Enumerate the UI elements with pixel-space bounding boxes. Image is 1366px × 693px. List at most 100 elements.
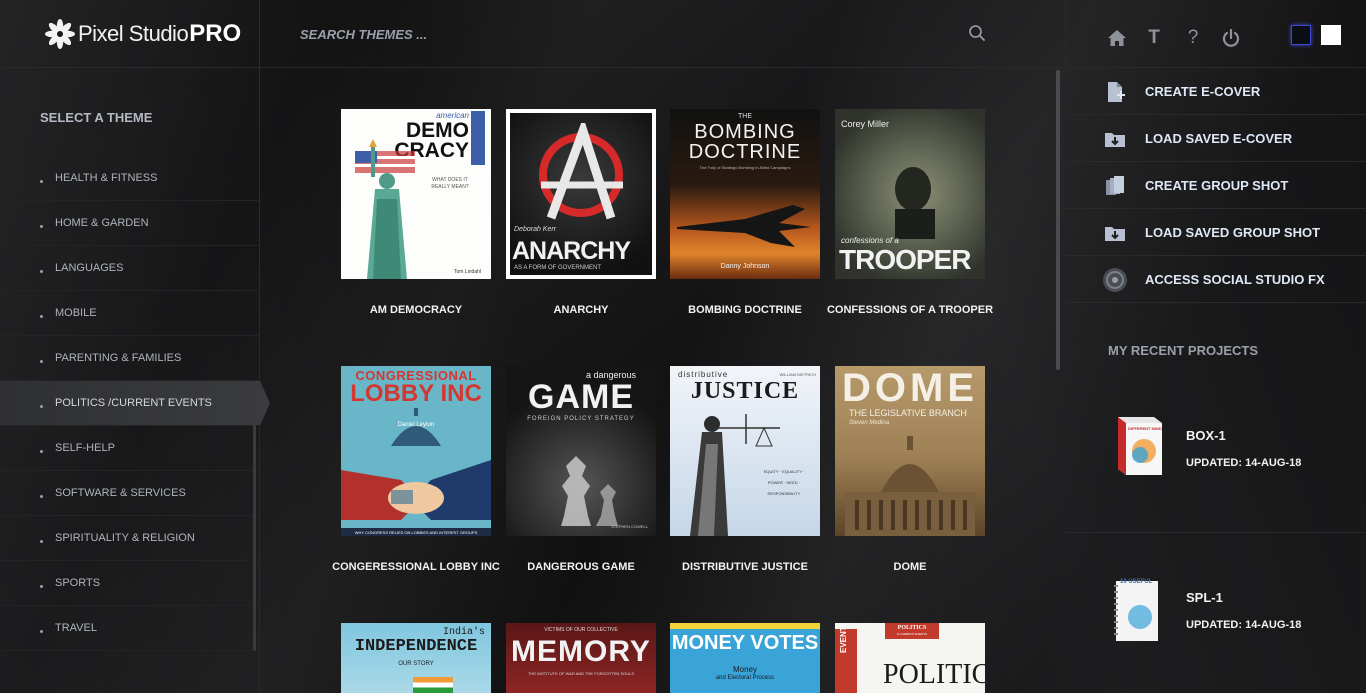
recent-projects-title: MY RECENT PROJECTS <box>1108 343 1259 358</box>
project-updated-date: UPDATED: 14-AUG-18 <box>1186 619 1302 631</box>
cover-confessions-trooper: Corey Miller confessions of a TROOPER <box>835 109 985 279</box>
top-header: Pixel Studio PRO T ? <box>0 0 1366 68</box>
cover-text: and Electoral Process <box>715 675 775 681</box>
category-label: PARENTING & FAMILIES <box>55 352 182 364</box>
category-list: HEALTH & FITNESS HOME & GARDEN LANGUAGES… <box>0 156 270 651</box>
folder-download-icon <box>1105 227 1125 241</box>
sidebar-scrollbar[interactable] <box>253 403 256 651</box>
create-group-shot-button[interactable]: CREATE GROUP SHOT <box>1066 162 1366 209</box>
cover-memory: VICTIMS OF OUR COLLECTIVE MEMORY THE INS… <box>506 623 656 693</box>
category-label: POLITICS /CURRENT EVENTS <box>55 397 212 409</box>
cover-text: FOREIGN POLICY STRATEGY <box>527 416 635 422</box>
cover-text: TROOPER <box>839 244 971 275</box>
cover-text: Corey Miller <box>841 119 890 129</box>
text-icon[interactable]: T <box>1144 28 1164 48</box>
cover-text: THE LEGISLATIVE BRANCH <box>849 408 967 418</box>
cover-text: & CURRENT EVENTS <box>896 632 928 636</box>
home-icon[interactable] <box>1107 28 1127 48</box>
theme-label: CONFESSIONS OF A TROOPER <box>826 304 994 316</box>
cover-text: OUR STORY <box>398 661 434 667</box>
category-languages[interactable]: LANGUAGES <box>0 246 260 291</box>
cover-text: Steven Medina <box>849 420 890 426</box>
project-thumb-text: DIFFERENT MIND <box>1128 426 1162 431</box>
theme-tile[interactable]: distributive WILLIAM DIETRICH JUSTICE EQ… <box>670 366 820 573</box>
chess-pieces-illustration <box>561 456 618 526</box>
bullet-icon <box>40 315 43 318</box>
theme-tile[interactable]: Deborah Kerr ANARCHY AS A FORM OF GOVERN… <box>506 109 656 316</box>
category-self-help[interactable]: SELF-HELP <box>0 426 260 471</box>
cover-text: MEMORY <box>511 635 651 668</box>
help-icon[interactable]: ? <box>1183 28 1203 48</box>
search-bar <box>260 0 1066 68</box>
cover-money-votes: MONEY VOTES Money and Electoral Process <box>670 623 820 693</box>
load-saved-ecover-button[interactable]: LOAD SAVED E-COVER <box>1066 115 1366 162</box>
category-parenting-families[interactable]: PARENTING & FAMILIES <box>0 336 260 381</box>
theme-tile[interactable]: a dangerous GAME FOREIGN POLICY STRATEGY… <box>506 366 656 573</box>
bullet-icon <box>40 630 43 633</box>
recent-project-item[interactable]: 10 USEFUL SPL-1 UPDATED: 14-AUG-18 <box>1066 533 1366 673</box>
light-theme-swatch[interactable] <box>1321 25 1341 45</box>
folder-download-icon <box>1105 133 1125 147</box>
theme-label: CONGERESSIONAL LOBBY INC <box>332 561 500 573</box>
search-icon[interactable] <box>968 24 986 42</box>
create-ecover-button[interactable]: CREATE E-COVER <box>1066 68 1366 115</box>
category-home-garden[interactable]: HOME & GARDEN <box>0 201 260 246</box>
cover-text: THE <box>738 113 752 120</box>
cover-bombing-doctrine: THE BOMBING DOCTRINE The Folly of Strate… <box>670 109 820 279</box>
cover-text: ANARCHY <box>512 237 631 265</box>
bullet-icon <box>40 225 43 228</box>
fighter-jet-illustration <box>677 205 811 247</box>
category-sports[interactable]: SPORTS <box>0 561 260 606</box>
cover-congressional-lobby: CONGRESSIONAL LOBBY INC Daniel Leyton WH… <box>341 366 491 536</box>
capitol-building-illustration <box>845 436 975 536</box>
cover-text: Danny Johnson <box>720 263 770 270</box>
bullet-icon <box>40 450 43 453</box>
load-saved-group-shot-button[interactable]: LOAD SAVED GROUP SHOT <box>1066 209 1366 256</box>
project-spiral-thumbnail <box>1114 581 1158 641</box>
cover-am-democracy: american DEMO CRACY WHAT DOES IT REALLY … <box>341 109 491 279</box>
dark-theme-swatch[interactable] <box>1291 25 1311 45</box>
theme-tile[interactable]: Corey Miller confessions of a TROOPER CO… <box>827 109 993 316</box>
bullet-icon <box>40 540 43 543</box>
cover-text: Daniel Leyton <box>397 422 435 428</box>
theme-tile[interactable]: DOME THE LEGISLATIVE BRANCH Steven Medin… <box>835 366 985 573</box>
theme-tile[interactable]: CONGRESSIONAL LOBBY INC Daniel Leyton WH… <box>332 366 500 573</box>
access-social-studio-fx-button[interactable]: ACCESS SOCIAL STUDIO FX <box>1066 256 1366 303</box>
cover-dangerous-game: a dangerous GAME FOREIGN POLICY STRATEGY… <box>506 366 656 536</box>
power-icon[interactable] <box>1221 28 1241 48</box>
logo-pro-text: PRO <box>189 20 242 47</box>
category-politics-current-events[interactable]: POLITICS /CURRENT EVENTS <box>0 381 270 426</box>
category-travel[interactable]: TRAVEL <box>0 606 260 651</box>
recent-project-item[interactable]: DIFFERENT MIND BOX-1 UPDATED: 14-AUG-18 <box>1066 393 1366 533</box>
search-input[interactable] <box>300 22 940 46</box>
actions-panel: CREATE E-COVER LOAD SAVED E-COVER CREATE… <box>1066 68 1366 693</box>
bullet-icon <box>40 270 43 273</box>
category-spirituality-religion[interactable]: SPIRITUALITY & RELIGION <box>0 516 260 561</box>
cover-text: DOME <box>842 366 978 410</box>
theme-tile[interactable]: India's INDEPENDENCE OUR STORY <box>341 623 491 693</box>
category-health-fitness[interactable]: HEALTH & FITNESS <box>0 156 260 201</box>
theme-tile[interactable]: POLITICS & CURRENT EVENTS EVENTS POLITIC… <box>835 623 985 693</box>
logo-text: Pixel Studio <box>78 21 189 46</box>
theme-tile[interactable]: MONEY VOTES Money and Electoral Process <box>670 623 820 693</box>
category-software-services[interactable]: SOFTWARE & SERVICES <box>0 471 260 516</box>
theme-tile[interactable]: VICTIMS OF OUR COLLECTIVE MEMORY THE INS… <box>506 623 656 693</box>
category-mobile[interactable]: MOBILE <box>0 291 260 336</box>
cover-text: POLITICS <box>883 659 985 690</box>
cover-band <box>670 623 820 629</box>
theme-label: ANARCHY <box>553 304 609 316</box>
category-label: HEALTH & FITNESS <box>55 172 158 184</box>
bullet-icon <box>40 405 43 408</box>
theme-tile[interactable]: american DEMO CRACY WHAT DOES IT REALLY … <box>341 109 491 316</box>
cover-distributive-justice: distributive WILLIAM DIETRICH JUSTICE EQ… <box>670 366 820 536</box>
app-logo[interactable]: Pixel Studio PRO <box>0 0 260 68</box>
sidebar-title: SELECT A THEME <box>40 110 153 125</box>
action-label: LOAD SAVED E-COVER <box>1145 130 1293 146</box>
bullet-icon <box>40 180 43 183</box>
cover-text: GAME <box>528 378 634 416</box>
category-label: SPORTS <box>55 577 101 589</box>
file-add-icon <box>1108 82 1125 102</box>
grid-scrollbar[interactable] <box>1056 70 1060 370</box>
project-name: SPL-1 <box>1186 590 1223 605</box>
theme-tile[interactable]: THE BOMBING DOCTRINE The Folly of Strate… <box>670 109 820 316</box>
